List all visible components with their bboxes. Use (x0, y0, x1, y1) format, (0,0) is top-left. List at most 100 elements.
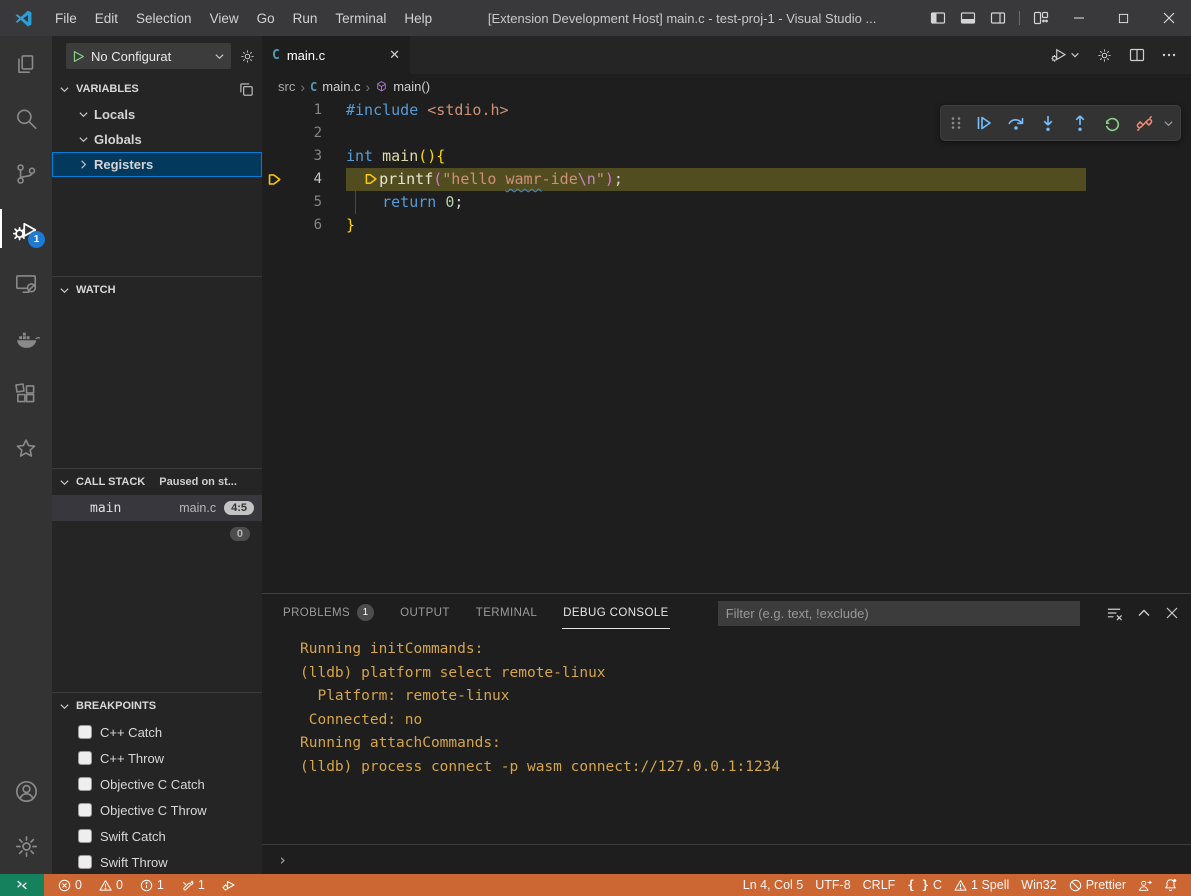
breakpoint-checkbox[interactable] (78, 751, 92, 765)
breadcrumb-file[interactable]: main.c (322, 79, 360, 94)
stack-frame-row[interactable]: main main.c 4:5 (52, 495, 262, 521)
restart-button[interactable] (1097, 108, 1127, 138)
toggle-sidebar-icon[interactable] (923, 0, 953, 36)
launch-configuration-dropdown[interactable]: No Configurat (66, 43, 231, 69)
breakpoint-row[interactable]: Swift Throw (52, 849, 262, 874)
activity-favorites-icon[interactable] (0, 421, 52, 476)
activity-accounts-icon[interactable] (0, 764, 52, 819)
close-panel-icon[interactable] (1165, 606, 1179, 620)
menu-run[interactable]: Run (284, 6, 327, 31)
toggle-panel-icon[interactable] (953, 0, 983, 36)
menu-selection[interactable]: Selection (127, 6, 201, 31)
menu-file[interactable]: File (46, 6, 86, 31)
status-0[interactable]: 0 (93, 878, 129, 892)
menu-edit[interactable]: Edit (86, 6, 127, 31)
status-win32[interactable]: Win32 (1015, 878, 1062, 892)
panel-tab-problems[interactable]: PROBLEMS1 (282, 595, 375, 631)
debug-current-frame-arrow-icon[interactable] (262, 172, 286, 187)
status-1-spell[interactable]: 1 Spell (948, 878, 1015, 892)
status-utf-8[interactable]: UTF-8 (809, 878, 856, 892)
maximize-panel-icon[interactable] (1137, 606, 1151, 620)
breakpoint-checkbox[interactable] (78, 725, 92, 739)
variables-item-locals[interactable]: Locals (52, 102, 262, 127)
close-window-button[interactable] (1146, 0, 1191, 36)
activity-docker-icon[interactable] (0, 311, 52, 366)
status-feedback-icon[interactable] (1132, 879, 1158, 892)
status-bell-icon[interactable] (1158, 878, 1183, 892)
debug-toolbar-drag-handle[interactable] (945, 115, 967, 131)
editor-settings-gear-icon[interactable] (1096, 47, 1113, 64)
status-c[interactable]: { }C (901, 878, 948, 892)
breadcrumb-folder[interactable]: src (278, 79, 295, 94)
status-1[interactable]: 1 (134, 878, 170, 892)
watch-section-header[interactable]: WATCH (52, 277, 262, 303)
open-launch-json-gear-icon[interactable] (239, 48, 256, 65)
variables-section-header[interactable]: VARIABLES (52, 76, 262, 102)
customize-layout-icon[interactable] (1026, 0, 1056, 36)
run-or-debug-button[interactable] (1050, 46, 1080, 64)
call-stack-section-header[interactable]: CALL STACK Paused on st... (52, 469, 262, 495)
breakpoint-label: C++ Catch (100, 725, 162, 740)
status-crlf[interactable]: CRLF (857, 878, 902, 892)
breakpoint-row[interactable]: C++ Catch (52, 719, 262, 745)
menu-go[interactable]: Go (248, 6, 284, 31)
toggle-secondary-sidebar-icon[interactable] (983, 0, 1013, 36)
activity-extensions-icon[interactable] (0, 366, 52, 421)
breakpoint-row[interactable]: C++ Throw (52, 745, 262, 771)
minimize-button[interactable] (1056, 0, 1101, 36)
breakpoint-row[interactable]: Swift Catch (52, 823, 262, 849)
disconnect-button[interactable] (1129, 108, 1159, 138)
braces-icon: { } (907, 878, 929, 892)
menu-help[interactable]: Help (395, 6, 441, 31)
debug-console-output[interactable]: Running initCommands:(lldb) platform sel… (262, 632, 1191, 844)
breakpoint-checkbox[interactable] (78, 855, 92, 869)
breakpoint-checkbox[interactable] (78, 777, 92, 791)
panel-tab-terminal[interactable]: TERMINAL (475, 598, 538, 629)
menu-terminal[interactable]: Terminal (326, 6, 395, 31)
remote-indicator[interactable] (0, 874, 44, 896)
debug-console-filter-input[interactable] (718, 601, 1080, 626)
code-line[interactable]: 6} (262, 214, 1191, 237)
more-actions-icon[interactable] (1161, 47, 1177, 63)
status-0[interactable]: 0 (52, 878, 88, 892)
clear-console-icon[interactable] (1106, 605, 1123, 622)
breakpoint-checkbox[interactable] (78, 803, 92, 817)
status-prettier[interactable]: Prettier (1063, 878, 1132, 892)
breakpoint-row[interactable]: Objective C Catch (52, 771, 262, 797)
breadcrumb-symbol[interactable]: main() (393, 79, 430, 94)
continue-button[interactable] (969, 108, 999, 138)
breadcrumb[interactable]: src › C main.c › main() (262, 74, 1191, 99)
activity-settings-icon[interactable] (0, 819, 52, 874)
activity-run-and-debug-icon[interactable]: 1 (0, 201, 52, 256)
code-line[interactable]: 5 return 0; (262, 191, 1191, 214)
status-ln-4-col-5[interactable]: Ln 4, Col 5 (737, 878, 809, 892)
activity-explorer-icon[interactable] (0, 36, 52, 91)
panel-tab-output[interactable]: OUTPUT (399, 598, 451, 629)
activity-remote-explorer-icon[interactable] (0, 256, 52, 311)
status-1[interactable]: 1 (175, 878, 211, 892)
breakpoint-row[interactable]: Objective C Throw (52, 797, 262, 823)
tab-main-c[interactable]: C main.c ✕ (262, 36, 410, 74)
status-debug-status-icon[interactable] (216, 878, 242, 892)
code-line-current[interactable]: 4 printf("hello wamr-ide\n"); (262, 168, 1191, 191)
thread-row[interactable]: 0 (52, 521, 262, 547)
activity-source-control-icon[interactable] (0, 146, 52, 201)
breakpoints-section-header[interactable]: BREAKPOINTS (52, 693, 262, 719)
variables-item-registers[interactable]: Registers (52, 152, 262, 177)
step-out-button[interactable] (1065, 108, 1095, 138)
breakpoint-checkbox[interactable] (78, 829, 92, 843)
menu-view[interactable]: View (201, 6, 248, 31)
step-over-button[interactable] (1001, 108, 1031, 138)
split-editor-icon[interactable] (1129, 47, 1145, 63)
activity-search-icon[interactable] (0, 91, 52, 146)
code-line[interactable]: 3int main(){ (262, 145, 1191, 168)
code-editor[interactable]: 1#include <stdio.h>23int main(){4 printf… (262, 99, 1191, 593)
variables-item-globals[interactable]: Globals (52, 127, 262, 152)
collapse-all-icon[interactable] (239, 82, 254, 97)
close-tab-icon[interactable]: ✕ (389, 47, 400, 63)
step-into-button[interactable] (1033, 108, 1063, 138)
maximize-button[interactable] (1101, 0, 1146, 36)
debug-session-chevron-icon[interactable] (1163, 118, 1174, 129)
debug-console-input[interactable]: › (262, 844, 1191, 874)
panel-tab-debug-console[interactable]: DEBUG CONSOLE (562, 598, 670, 629)
